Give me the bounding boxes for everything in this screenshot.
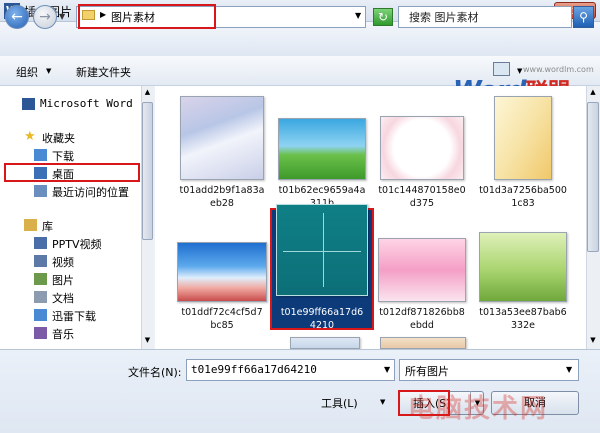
video-folder-icon xyxy=(34,237,47,249)
chevron-down-icon[interactable]: ▼ xyxy=(380,398,385,406)
address-highlight xyxy=(78,4,216,29)
chevron-down-icon[interactable]: ▼ xyxy=(46,67,51,75)
star-icon: ★ xyxy=(24,129,36,144)
scroll-up-icon[interactable]: ▲ xyxy=(587,88,599,100)
music-library-icon xyxy=(34,327,47,339)
organize-button[interactable]: 组织 xyxy=(16,64,38,80)
file-thumbnail[interactable] xyxy=(380,337,466,349)
documents-library-icon xyxy=(34,291,47,303)
file-type-dropdown-icon[interactable]: ▼ xyxy=(566,365,572,374)
library-icon xyxy=(24,219,37,231)
nav-item-label[interactable]: 图片 xyxy=(52,272,74,288)
nav-item-label[interactable]: 下载 xyxy=(52,148,74,164)
file-name-label[interactable]: 4210 xyxy=(272,319,372,332)
scroll-up-icon[interactable]: ▲ xyxy=(142,88,153,100)
back-button[interactable]: ← xyxy=(5,5,29,29)
scroll-down-icon[interactable]: ▼ xyxy=(587,336,599,348)
file-type-select[interactable]: 所有图片 xyxy=(399,359,579,381)
file-name-label[interactable]: 1c83 xyxy=(473,197,573,210)
nav-item-label[interactable]: Microsoft Word xyxy=(40,97,133,110)
file-thumbnail[interactable] xyxy=(479,232,567,302)
search-placeholder: 搜索 图片素材 xyxy=(409,11,479,24)
tools-button[interactable]: 工具(L) xyxy=(321,395,358,411)
history-dropdown-icon[interactable]: ▼ xyxy=(59,12,65,21)
nav-item-label[interactable]: 迅雷下载 xyxy=(52,308,96,324)
nav-item-label[interactable]: 文档 xyxy=(52,290,74,306)
file-name-label[interactable]: d375 xyxy=(372,197,472,210)
file-thumbnail[interactable] xyxy=(180,96,264,180)
file-scroll-thumb[interactable] xyxy=(587,102,599,252)
file-thumbnail[interactable] xyxy=(278,118,366,180)
nav-item-label[interactable]: 音乐 xyxy=(52,326,74,342)
file-thumbnail[interactable] xyxy=(380,116,464,180)
video-library-icon xyxy=(34,255,47,267)
nav-scroll-thumb[interactable] xyxy=(142,102,153,240)
recent-places-icon xyxy=(34,185,47,197)
watermark-text: 电脑技术网 xyxy=(408,394,549,424)
file-name-label[interactable]: ebdd xyxy=(372,319,472,332)
file-name-label[interactable]: eb28 xyxy=(172,197,272,210)
file-name-label[interactable]: t013a53ee87bab6 xyxy=(473,306,573,319)
file-thumbnail[interactable] xyxy=(276,204,368,296)
nav-item-label[interactable]: 最近访问的位置 xyxy=(52,184,129,200)
pictures-library-icon xyxy=(34,273,47,285)
file-name-label[interactable]: t01ddf72c4cf5d7 xyxy=(172,306,272,319)
file-name-label[interactable]: t01c144870158e0 xyxy=(372,184,472,197)
desktop-highlight xyxy=(4,163,140,182)
nav-item-label[interactable]: PPTV视频 xyxy=(52,236,102,252)
forward-button[interactable]: → xyxy=(33,5,57,29)
refresh-button[interactable]: ↻ xyxy=(373,8,393,26)
file-name-label[interactable]: t01e99ff66a17d6 xyxy=(272,306,372,319)
file-name-label[interactable]: 332e xyxy=(473,319,573,332)
nav-item-label[interactable]: 收藏夹 xyxy=(42,130,75,146)
download-folder-icon xyxy=(34,149,47,161)
file-thumbnail[interactable] xyxy=(494,96,552,180)
filename-dropdown-icon[interactable]: ▼ xyxy=(384,365,390,374)
search-icon[interactable]: ⚲ xyxy=(573,6,594,28)
new-folder-button[interactable]: 新建文件夹 xyxy=(76,64,131,80)
file-name-label[interactable]: bc85 xyxy=(172,319,272,332)
file-thumbnail[interactable] xyxy=(378,238,466,302)
file-thumbnail[interactable] xyxy=(290,337,360,349)
file-thumbnail[interactable] xyxy=(177,242,267,302)
scroll-down-icon[interactable]: ▼ xyxy=(142,336,153,348)
file-name-label[interactable]: t012df871826bb8 xyxy=(372,306,472,319)
thumbnail-line xyxy=(323,213,324,287)
filename-field[interactable]: t01e99ff66a17d64210 xyxy=(186,359,395,381)
word-doc-icon xyxy=(22,98,35,110)
file-name-label[interactable]: t01b62ec9659a4a xyxy=(272,184,372,197)
nav-item-label[interactable]: 库 xyxy=(42,218,53,234)
download-folder-icon xyxy=(34,309,47,321)
thumbnail-line xyxy=(283,251,361,252)
file-name-label[interactable]: t01add2b9f1a83a xyxy=(172,184,272,197)
nav-item-label[interactable]: 视频 xyxy=(52,254,74,270)
address-dropdown-icon[interactable]: ▼ xyxy=(355,11,361,20)
filename-label: 文件名(N): xyxy=(128,366,182,379)
file-name-label[interactable]: t01d3a7256ba500 xyxy=(473,184,573,197)
